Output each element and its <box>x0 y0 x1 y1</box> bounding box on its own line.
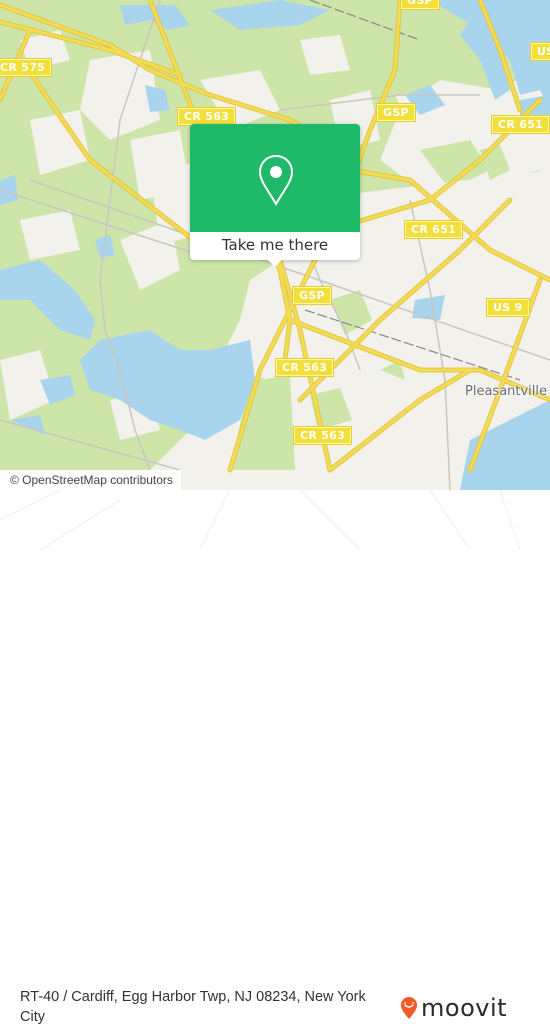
road-label: CR 575 <box>0 59 52 76</box>
moovit-logo[interactable]: moovit <box>400 996 507 1020</box>
road-label: CR 651 <box>492 116 550 133</box>
road-label: CR 563 <box>276 359 334 376</box>
location-pin-icon <box>258 154 294 206</box>
popup-pointer <box>266 258 284 267</box>
place-label: Pleasantville <box>465 384 548 399</box>
stop-address: RT-40 / Cardiff, Egg Harbor Twp, NJ 0823… <box>20 989 366 1025</box>
road-label: CR 563 <box>294 427 352 444</box>
destination-popup: Take me there <box>190 124 360 267</box>
road-label: US 9 <box>487 299 529 316</box>
road-label: GSP <box>401 0 439 9</box>
road-label: CR 563 <box>178 108 236 125</box>
map-attribution[interactable]: © OpenStreetMap contributors <box>0 470 181 490</box>
footer: RT-40 / Cardiff, Egg Harbor Twp, NJ 0823… <box>0 490 550 1025</box>
take-me-there-button[interactable]: Take me there <box>190 232 360 260</box>
road-label: US <box>531 43 550 60</box>
road-label: GSP <box>293 287 331 304</box>
footer-background-pattern <box>0 490 521 550</box>
road-label: CR 651 <box>405 221 463 238</box>
map-view[interactable]: CR 575 CR 563 GSP GSP US CR 651 CR 651 G… <box>0 0 550 490</box>
road-label: GSP <box>377 104 415 121</box>
moovit-pin-smile-icon <box>401 997 417 1019</box>
popup-header <box>190 124 360 232</box>
moovit-wordmark: moovit <box>421 994 508 1022</box>
